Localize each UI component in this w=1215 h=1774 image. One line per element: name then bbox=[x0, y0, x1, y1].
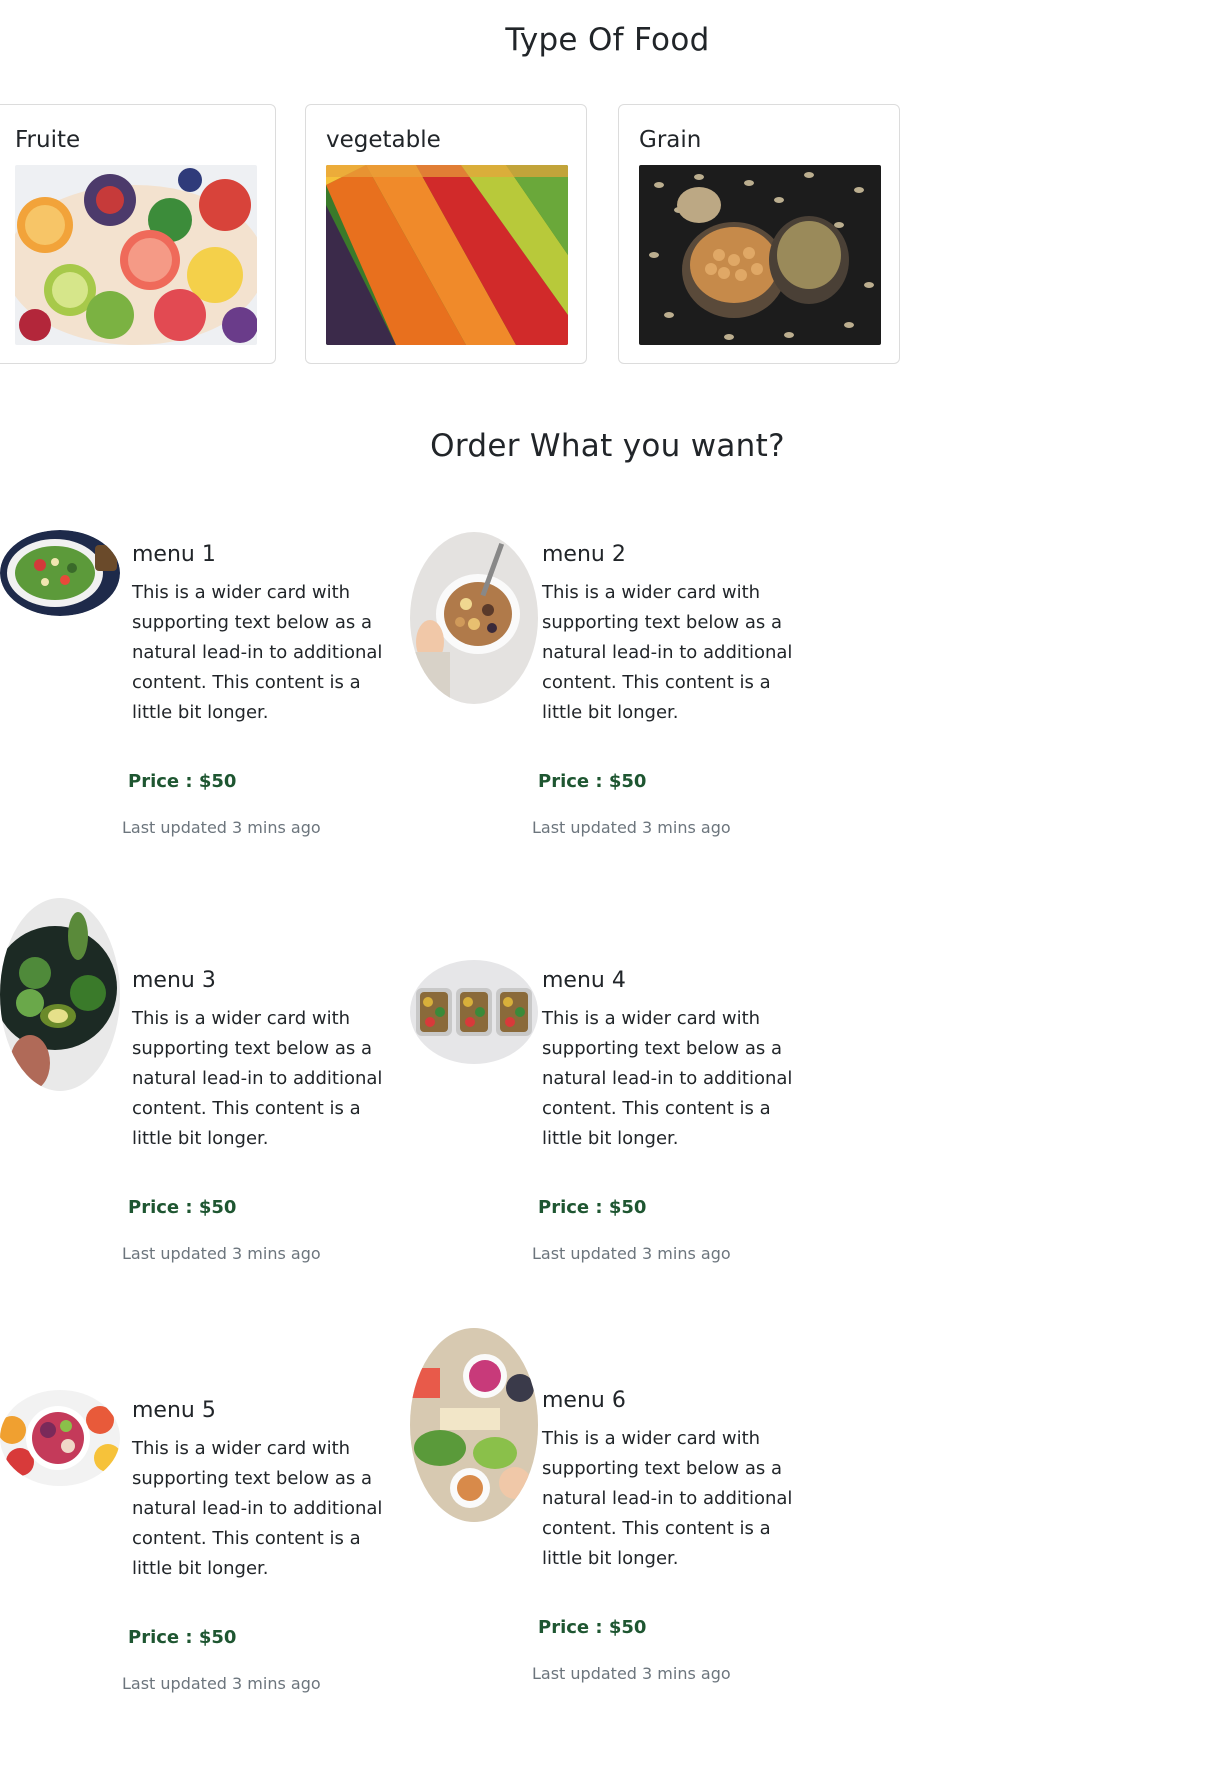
food-type-card-grain[interactable]: Grain bbox=[618, 104, 900, 364]
food-type-card-fruit[interactable]: Fruite bbox=[0, 104, 276, 364]
grain-bowls-image bbox=[639, 165, 881, 345]
food-type-label: Grain bbox=[639, 127, 702, 153]
greens-bowl-image bbox=[0, 898, 120, 1091]
menu-price: Price : $50 bbox=[538, 771, 647, 792]
menu-description: This is a wider card with supporting tex… bbox=[542, 1428, 793, 1569]
menu-last-updated: Last updated 3 mins ago bbox=[122, 818, 321, 837]
vegetable-market-image bbox=[326, 165, 568, 345]
type-of-food-heading: Type Of Food bbox=[505, 22, 710, 58]
menu-price: Price : $50 bbox=[128, 1627, 237, 1648]
menu-last-updated: Last updated 3 mins ago bbox=[122, 1244, 321, 1263]
menu-price: Price : $50 bbox=[538, 1197, 647, 1218]
menu-description: This is a wider card with supporting tex… bbox=[132, 582, 383, 723]
menu-title: menu 1 bbox=[132, 542, 216, 567]
menu-title: menu 2 bbox=[542, 542, 626, 567]
menu-title: menu 5 bbox=[132, 1398, 216, 1423]
food-type-card-vegetable[interactable]: vegetable bbox=[305, 104, 587, 364]
menu-card-5[interactable]: menu 5 This is a wider card with support… bbox=[0, 1328, 400, 1693]
menu-card-4[interactable]: menu 4 This is a wider card with support… bbox=[410, 898, 810, 1263]
menu-card-2[interactable]: menu 2 This is a wider card with support… bbox=[410, 530, 810, 890]
granola-bowl-image bbox=[410, 532, 538, 704]
menu-card-6[interactable]: menu 6 This is a wider card with support… bbox=[410, 1328, 810, 1688]
menu-description: This is a wider card with supporting tex… bbox=[542, 1008, 793, 1149]
salad-bowl-image bbox=[0, 530, 120, 616]
menu-title: menu 6 bbox=[542, 1388, 626, 1413]
menu-last-updated: Last updated 3 mins ago bbox=[532, 1664, 731, 1683]
menu-card-3[interactable]: menu 3 This is a wider card with support… bbox=[0, 898, 400, 1263]
menu-last-updated: Last updated 3 mins ago bbox=[532, 1244, 731, 1263]
fruit-platter-image bbox=[15, 165, 257, 345]
menu-description: This is a wider card with supporting tex… bbox=[132, 1008, 383, 1149]
food-type-label: vegetable bbox=[326, 127, 441, 153]
menu-price: Price : $50 bbox=[538, 1617, 647, 1638]
food-type-label: Fruite bbox=[15, 127, 81, 153]
party-platter-image bbox=[410, 1328, 538, 1522]
menu-title: menu 4 bbox=[542, 968, 626, 993]
menu-last-updated: Last updated 3 mins ago bbox=[122, 1674, 321, 1693]
menu-price: Price : $50 bbox=[128, 771, 237, 792]
menu-title: menu 3 bbox=[132, 968, 216, 993]
menu-description: This is a wider card with supporting tex… bbox=[132, 1438, 383, 1579]
menu-description: This is a wider card with supporting tex… bbox=[542, 582, 793, 723]
order-heading: Order What you want? bbox=[430, 428, 785, 464]
menu-card-1[interactable]: menu 1 This is a wider card with support… bbox=[0, 530, 400, 890]
meal-prep-boxes-image bbox=[410, 960, 538, 1064]
fruit-bowl-image bbox=[0, 1390, 120, 1486]
menu-price: Price : $50 bbox=[128, 1197, 237, 1218]
menu-last-updated: Last updated 3 mins ago bbox=[532, 818, 731, 837]
